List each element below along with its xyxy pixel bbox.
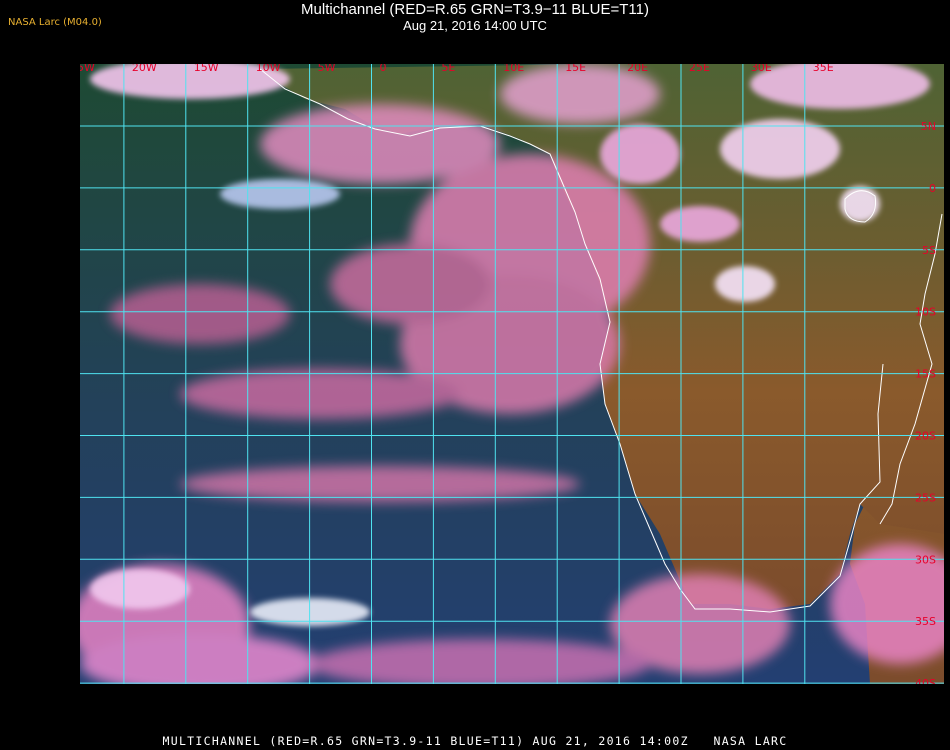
image-timestamp: Aug 21, 2016 14:00 UTC [403,18,547,33]
latitude-label: 25S [915,491,936,504]
satellite-map[interactable]: 25W 20W 15W 10W 5W 0 5E 10E 15E 20E 25E 30E 35E 5N 0 5S… [80,64,944,684]
longitude-label: 15W [194,64,219,74]
latitude-label: 5S [922,244,936,257]
longitude-label: 20E [627,64,648,74]
latitude-label: 10S [915,306,936,319]
longitude-label: 0 [380,64,387,74]
longitude-label: 5W [318,64,336,74]
latitude-label: 5N [921,120,936,133]
longitude-label: 20W [132,64,157,74]
footer-caption: MULTICHANNEL (RED=R.65 GRN=T3.9-11 BLUE=… [162,734,788,748]
longitude-label: 15E [565,64,586,74]
longitude-label: 35E [813,64,834,74]
latitude-label: 35S [915,615,936,628]
latitude-label: 40S [915,677,936,684]
longitude-label: 25W [80,64,95,74]
longitude-label: 25E [689,64,710,74]
map-bottom-border [80,684,944,728]
satellite-imagery: 25W 20W 15W 10W 5W 0 5E 10E 15E 20E 25E 30E 35E 5N 0 5S… [80,64,944,684]
image-title: Multichannel (RED=R.65 GRN=T3.9−11 BLUE=… [301,1,649,18]
latitude-label: 15S [915,368,936,381]
latitude-label: 0 [929,182,936,195]
longitude-label: 10W [256,64,281,74]
longitude-label: 5E [441,64,455,74]
latitude-label: 20S [915,430,936,443]
latitude-label: 30S [915,553,936,566]
longitude-label: 10E [503,64,524,74]
longitude-label: 30E [751,64,772,74]
